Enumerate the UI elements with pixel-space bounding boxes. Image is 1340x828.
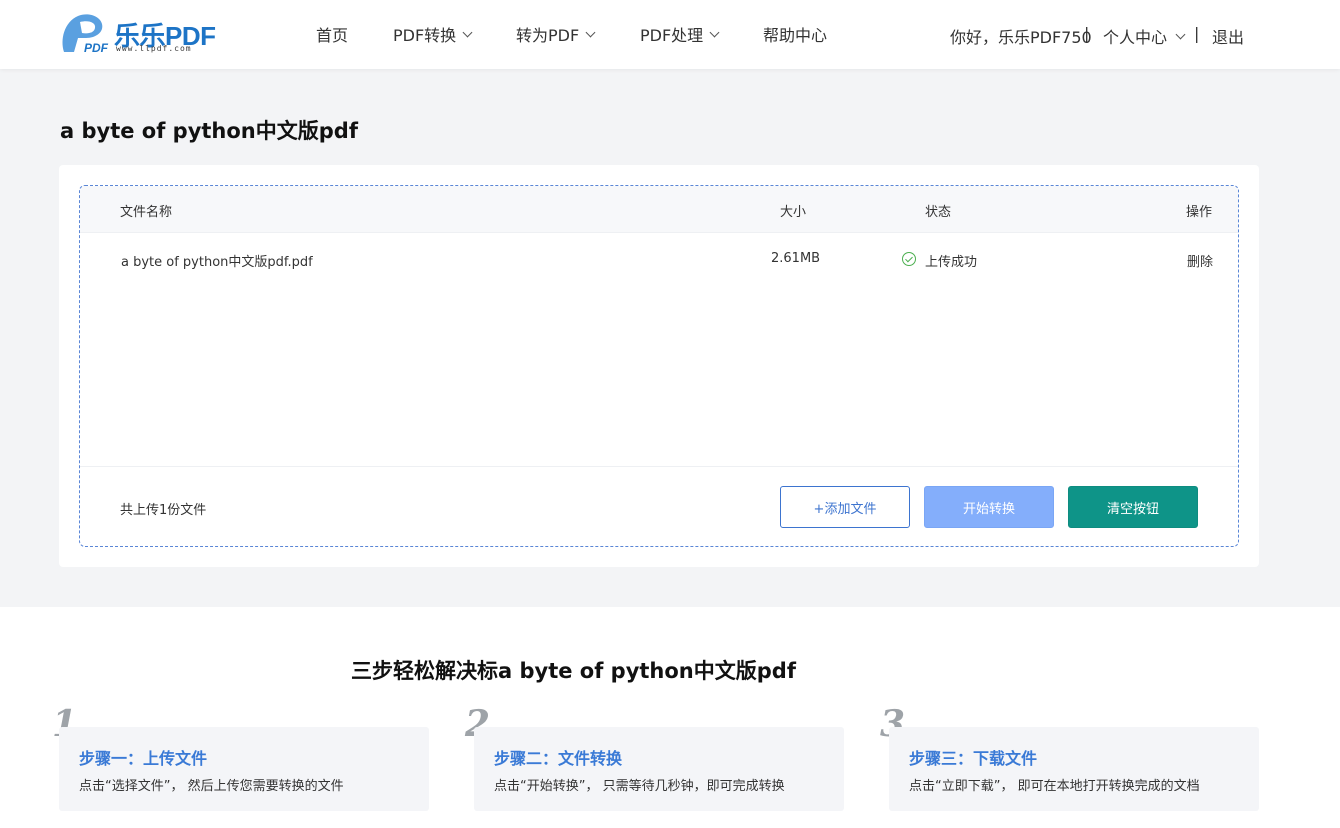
logo-mark-icon: PDF — [62, 14, 109, 55]
file-status: 上传成功 — [925, 255, 978, 270]
upload-card: 文件名称 大小 状态 操作 a byte of python中文版pdf.pdf… — [59, 165, 1259, 567]
step-desc: 点击“立即下载”， 即可在本地打开转换完成的文档 — [909, 779, 1200, 794]
step-title: 步骤一：上传文件 — [79, 749, 208, 768]
step-card: 步骤一：上传文件 点击“选择文件”， 然后上传您需要转换的文件 — [59, 727, 429, 811]
user-center-label: 个人中心 — [1103, 28, 1168, 47]
page-title: a byte of python中文版pdf — [60, 119, 358, 143]
top-navbar: PDF 乐乐PDF www.llpdf.com 首页 PDF转换 转为PDF P… — [0, 0, 1340, 69]
check-circle-icon — [902, 252, 916, 266]
nav-to-pdf-label: 转为PDF — [516, 26, 580, 45]
nav-home-label: 首页 — [316, 26, 349, 45]
file-drop-zone[interactable]: 文件名称 大小 状态 操作 a byte of python中文版pdf.pdf… — [79, 185, 1239, 547]
chevron-down-icon — [462, 27, 473, 37]
nav-home[interactable]: 首页 — [316, 22, 348, 46]
site-logo[interactable]: PDF 乐乐PDF www.llpdf.com — [58, 12, 228, 58]
divider — [80, 466, 1238, 467]
col-size: 大小 — [780, 205, 807, 220]
step-card: 步骤二：文件转换 点击“开始转换”， 只需等待几秒钟，即可完成转换 — [474, 727, 844, 811]
steps-title: 三步轻松解决标a byte of python中文版pdf — [351, 659, 796, 683]
step-desc: 点击“选择文件”， 然后上传您需要转换的文件 — [79, 779, 344, 794]
logo-url: www.llpdf.com — [116, 44, 192, 53]
steps-section: 三步轻松解决标a byte of python中文版pdf 1 步骤一：上传文件… — [0, 607, 1340, 828]
table-row: a byte of python中文版pdf.pdf 2.61MB 上传成功 删… — [80, 234, 1238, 284]
step-card: 步骤三：下载文件 点击“立即下载”， 即可在本地打开转换完成的文档 — [889, 727, 1259, 811]
nav-pdf-process[interactable]: PDF处理 — [640, 22, 720, 46]
step-title: 步骤二：文件转换 — [494, 749, 623, 768]
clear-button[interactable]: 清空按钮 — [1068, 486, 1198, 528]
logout-link[interactable]: 退出 — [1212, 24, 1244, 48]
file-size: 2.61MB — [771, 251, 821, 266]
step-title: 步骤三：下载文件 — [909, 749, 1038, 768]
nav-to-pdf[interactable]: 转为PDF — [516, 22, 596, 46]
svg-text:PDF: PDF — [84, 41, 109, 55]
col-name: 文件名称 — [120, 205, 173, 220]
divider: | — [1084, 24, 1090, 43]
chevron-down-icon — [1175, 29, 1186, 39]
divider: | — [1194, 24, 1200, 43]
add-file-button[interactable]: +添加文件 — [780, 486, 910, 528]
file-name: a byte of python中文版pdf.pdf — [121, 255, 313, 270]
chevron-down-icon — [709, 27, 720, 37]
nav-help-label: 帮助中心 — [763, 26, 828, 45]
start-convert-button[interactable]: 开始转换 — [924, 486, 1054, 528]
col-status: 状态 — [925, 205, 952, 220]
nav-pdf-convert-label: PDF转换 — [393, 26, 457, 45]
table-header: 文件名称 大小 状态 操作 — [80, 186, 1238, 233]
nav-pdf-process-label: PDF处理 — [640, 26, 704, 45]
nav-help[interactable]: 帮助中心 — [763, 22, 827, 46]
step-desc: 点击“开始转换”， 只需等待几秒钟，即可完成转换 — [494, 779, 785, 794]
greeting: 你好，乐乐PDF750 — [950, 28, 1092, 47]
file-count: 共上传1份文件 — [120, 503, 207, 518]
user-center-menu[interactable]: 个人中心 — [1103, 24, 1186, 48]
col-action: 操作 — [1186, 205, 1213, 220]
chevron-down-icon — [585, 27, 596, 37]
nav-pdf-convert[interactable]: PDF转换 — [393, 22, 473, 46]
delete-link[interactable]: 删除 — [1187, 251, 1213, 270]
